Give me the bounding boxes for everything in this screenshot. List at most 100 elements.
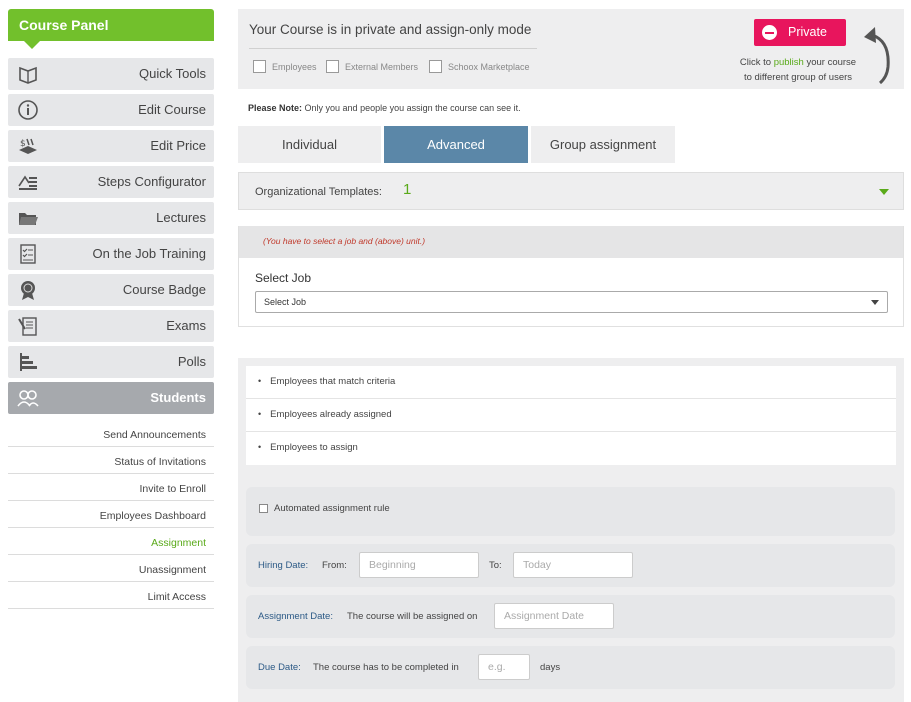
sidebar-item-label: Exams	[166, 318, 206, 333]
sidebar-item-label: Course Badge	[122, 282, 206, 297]
select-job-dropdown[interactable]: Select Job	[255, 291, 888, 313]
assignment-tabs: Individual assignment Advanced assignmen…	[238, 126, 678, 189]
publish-note-text: your course	[803, 57, 857, 68]
chevron-down-icon[interactable]	[879, 189, 889, 195]
submenu-assignment[interactable]: Assignment	[8, 528, 214, 555]
sidebar-item-label: Steps Configurator	[97, 174, 206, 189]
due-days-input[interactable]: e.g.	[478, 654, 530, 680]
publish-note-text: to different group of users	[743, 72, 853, 83]
submenu-send-announcements[interactable]: Send Announcements	[8, 420, 214, 447]
assignment-date-text: The course will be assigned on	[347, 611, 478, 622]
employees-option[interactable]: Employees	[253, 60, 317, 73]
divider	[249, 48, 537, 49]
sidebar-item-label: Students	[150, 390, 206, 405]
sidebar-item-label: Lectures	[156, 210, 206, 225]
hiring-to-input[interactable]: Today	[513, 552, 633, 578]
exam-icon	[18, 317, 37, 336]
sidebar-item-lectures[interactable]: Lectures	[8, 202, 214, 234]
submenu-limit-access[interactable]: Limit Access	[8, 582, 214, 609]
external-members-label: External Members	[345, 61, 419, 72]
schoox-marketplace-checkbox[interactable]	[429, 60, 442, 73]
please-note-text: Only you and people you assign the cours…	[302, 103, 521, 113]
price-icon: $	[19, 138, 37, 154]
sidebar-item-label: Polls	[177, 354, 206, 369]
automated-rule-label: Automated assignment rule	[274, 503, 390, 514]
sidebar-item-exams[interactable]: Exams	[8, 310, 214, 342]
tab-advanced-assignment[interactable]: Advanced assignment	[384, 126, 528, 189]
from-label: From:	[322, 560, 347, 571]
sidebar-item-label: Edit Price	[150, 138, 206, 153]
due-days-unit: days	[540, 662, 561, 673]
employees-section: Employees that match criteria Employees …	[238, 358, 904, 702]
organizational-templates-count: 1	[403, 181, 412, 198]
list-item[interactable]: Employees already assigned	[246, 399, 896, 432]
curved-arrow-icon	[864, 27, 890, 85]
students-submenu: Send Announcements Status of Invitations…	[8, 420, 214, 609]
folder-icon	[19, 213, 38, 225]
sidebar-item-label: On the Job Training	[92, 246, 206, 261]
sidebar-item-on-the-job-training[interactable]: On the Job Training	[8, 238, 214, 270]
organizational-templates-bar[interactable]: Organizational Templates: 1	[238, 172, 904, 210]
students-icon	[17, 390, 39, 407]
list-item[interactable]: Employees that match criteria	[246, 366, 896, 399]
course-mode-title: Your Course is in private and assign-onl…	[249, 22, 532, 37]
checklist-icon	[20, 244, 36, 264]
automated-rule-checkbox[interactable]	[259, 504, 268, 513]
course-mode-box: Your Course is in private and assign-onl…	[238, 9, 904, 89]
assignment-date-label: Assignment Date:	[258, 611, 333, 622]
tab-group-assignment[interactable]: Group assignment	[531, 126, 675, 163]
sidebar-item-quick-tools[interactable]: Quick Tools	[8, 58, 214, 90]
job-warning: (You have to select a job and (above) un…	[239, 226, 903, 258]
sidebar-item-edit-course[interactable]: Edit Course	[8, 94, 214, 126]
assignment-date-card: Assignment Date: The course will be assi…	[246, 595, 895, 638]
select-job-label: Select Job	[255, 271, 312, 285]
employees-checkbox[interactable]	[253, 60, 266, 73]
sidebar-item-steps-configurator[interactable]: Steps Configurator	[8, 166, 214, 198]
due-date-text: The course has to be completed in	[313, 662, 459, 673]
book-icon	[19, 66, 37, 84]
private-button-label: Private	[788, 25, 827, 39]
sidebar-item-edit-price[interactable]: $ Edit Price	[8, 130, 214, 162]
publish-note: Click to publish your course to differen…	[718, 55, 878, 85]
publish-note-text: Click to	[739, 57, 774, 68]
submenu-employees-dashboard[interactable]: Employees Dashboard	[8, 501, 214, 528]
info-icon	[18, 100, 38, 120]
private-button[interactable]: Private	[754, 19, 846, 46]
external-members-option[interactable]: External Members	[326, 60, 418, 73]
sidebar-item-students[interactable]: Students	[8, 382, 214, 414]
tab-individual-assignment[interactable]: Individual assignment	[238, 126, 381, 189]
employees-list: Employees that match criteria Employees …	[246, 366, 896, 465]
due-date-label: Due Date:	[258, 662, 301, 673]
list-item[interactable]: Employees to assign	[246, 432, 896, 465]
sidebar-item-label: Edit Course	[138, 102, 206, 117]
hiring-from-input[interactable]: Beginning	[359, 552, 479, 578]
sidebar-item-course-badge[interactable]: Course Badge	[8, 274, 214, 306]
please-note-label: Please Note:	[248, 103, 303, 113]
submenu-status-of-invitations[interactable]: Status of Invitations	[8, 447, 214, 474]
submenu-invite-to-enroll[interactable]: Invite to Enroll	[8, 474, 214, 501]
submenu-unassignment[interactable]: Unassignment	[8, 555, 214, 582]
course-panel-sidebar: Course Panel Quick Tools Edit Course $ E…	[8, 9, 214, 609]
svg-text:$: $	[20, 139, 26, 149]
select-job-value: Select Job	[264, 297, 307, 307]
schoox-marketplace-label: Schoox Marketplace	[448, 61, 530, 72]
schoox-marketplace-option[interactable]: Schoox Marketplace	[429, 60, 530, 73]
organizational-templates-label: Organizational Templates:	[255, 186, 382, 198]
select-job-box: (You have to select a job and (above) un…	[238, 226, 904, 327]
to-label: To:	[489, 560, 502, 571]
sidebar-item-label: Quick Tools	[139, 66, 206, 81]
badge-icon	[21, 281, 35, 300]
due-date-card: Due Date: The course has to be completed…	[246, 646, 895, 689]
publish-link[interactable]: publish	[774, 57, 804, 68]
sidebar-nav: Quick Tools Edit Course $ Edit Price Ste…	[8, 58, 214, 414]
main-content: Your Course is in private and assign-onl…	[238, 9, 904, 702]
hiring-date-card: Hiring Date: From: Beginning To: Today	[246, 544, 895, 587]
sidebar-item-polls[interactable]: Polls	[8, 346, 214, 378]
chevron-down-icon	[871, 300, 879, 305]
automated-rule-card: Automated assignment rule	[246, 487, 895, 536]
employees-label: Employees	[272, 61, 317, 72]
minus-circle-icon	[762, 25, 777, 40]
assignment-date-input[interactable]: Assignment Date	[494, 603, 614, 629]
please-note: Please Note: Only you and people you ass…	[248, 103, 521, 113]
external-members-checkbox[interactable]	[326, 60, 339, 73]
